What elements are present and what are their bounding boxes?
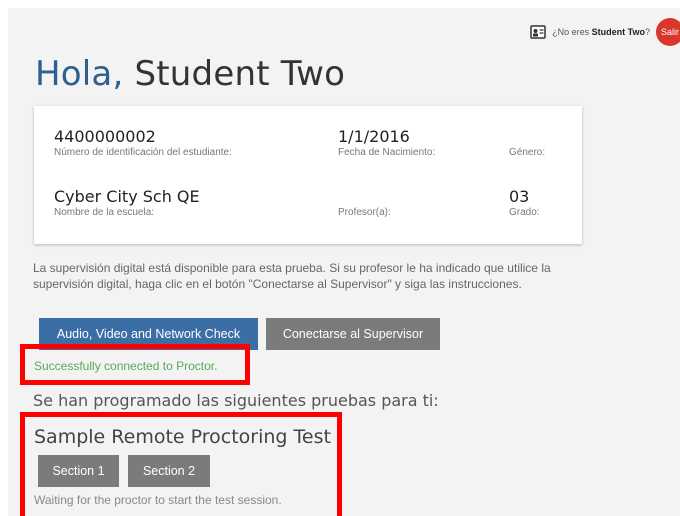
student-id-field: 4400000002 Número de identificación del … (54, 127, 232, 159)
school-field: Cyber City Sch QE Nombre de la escuela: (54, 187, 200, 219)
greeting-hello: Hola, (35, 54, 124, 94)
student-info-card: 4400000002 Número de identificación del … (34, 106, 582, 244)
id-card-icon (530, 25, 546, 39)
school-label: Nombre de la escuela: (54, 207, 155, 218)
gender-label: Género: (509, 147, 546, 158)
dob-field: 1/1/2016 Fecha de Nacimiento: (338, 127, 436, 159)
proctoring-info-text: La supervisión digital está disponible p… (33, 261, 551, 291)
scheduled-tests-heading: Se han programado las siguientes pruebas… (33, 391, 439, 410)
teacher-label: Profesor(a): (338, 207, 391, 218)
greeting-title: Hola, Student Two (35, 54, 345, 94)
grade-field: 03 Grado: (509, 187, 540, 219)
teacher-field: Profesor(a): (338, 188, 391, 218)
highlight-box-test (20, 412, 342, 516)
grade-value: 03 (509, 187, 530, 206)
user-bar: ¿No eres Student Two? Salir (530, 18, 680, 46)
logout-button[interactable]: Salir (656, 18, 680, 46)
page: ¿No eres Student Two? Salir Hola, Studen… (8, 8, 680, 516)
not-you-link[interactable]: ¿No eres Student Two? (552, 27, 650, 37)
gender-value (509, 128, 545, 146)
not-you-student-name: Student Two (591, 27, 645, 37)
dob-label: Fecha de Nacimiento: (338, 147, 436, 158)
student-id-value: 4400000002 (54, 127, 156, 146)
not-you-suffix: ? (644, 27, 650, 37)
gender-field: Género: (509, 128, 545, 158)
student-id-label: Número de identificación del estudiante: (54, 147, 232, 158)
not-you-prefix: ¿No eres (552, 27, 592, 37)
teacher-value (338, 188, 391, 206)
school-value: Cyber City Sch QE (54, 187, 200, 206)
greeting-name: Student Two (134, 54, 346, 94)
highlight-box-status (20, 344, 250, 385)
dob-value: 1/1/2016 (338, 127, 410, 146)
connect-proctor-button[interactable]: Conectarse al Supervisor (266, 318, 440, 350)
grade-label: Grado: (509, 207, 540, 218)
